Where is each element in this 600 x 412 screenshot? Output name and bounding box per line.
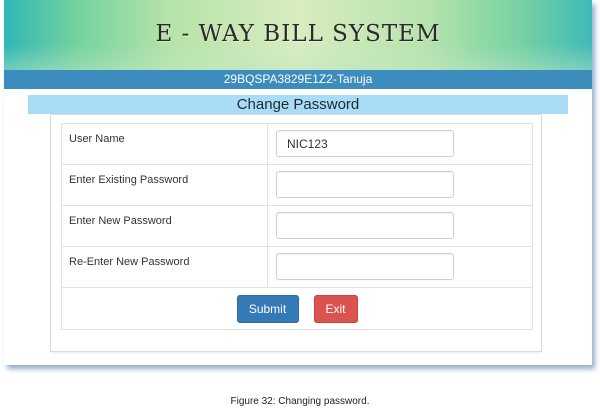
new-password-input[interactable] [276, 212, 454, 239]
existing-password-label: Enter Existing Password [61, 164, 268, 206]
section-title: Change Password [28, 95, 568, 114]
user-id-bar: 29BQSPA3829E1Z2-Tanuja [4, 70, 592, 89]
header-banner: E - WAY BILL SYSTEM [4, 0, 592, 70]
submit-button[interactable]: Submit [236, 294, 299, 323]
form-actions-row: Submit Exit [61, 287, 533, 330]
change-password-panel: User Name Enter Existing Password Enter … [50, 114, 542, 352]
user-name-label: User Name [61, 123, 268, 165]
new-password-label: Enter New Password [61, 205, 268, 247]
reenter-password-input[interactable] [276, 253, 454, 280]
form-row-reenter-password: Re-Enter New Password [61, 246, 533, 288]
exit-button[interactable]: Exit [313, 294, 358, 323]
reenter-password-label: Re-Enter New Password [61, 246, 268, 288]
figure-caption: Figure 32: Changing password. [230, 396, 370, 407]
form-row-existing-password: Enter Existing Password [61, 164, 533, 206]
screenshot-frame: E - WAY BILL SYSTEM 29BQSPA3829E1Z2-Tanu… [4, 0, 592, 365]
user-name-input[interactable] [276, 130, 454, 157]
form-row-new-password: Enter New Password [61, 205, 533, 247]
existing-password-input[interactable] [276, 171, 454, 198]
form-row-user-name: User Name [61, 123, 533, 165]
app-title: E - WAY BILL SYSTEM [155, 21, 441, 47]
change-password-form: User Name Enter Existing Password Enter … [61, 123, 533, 330]
